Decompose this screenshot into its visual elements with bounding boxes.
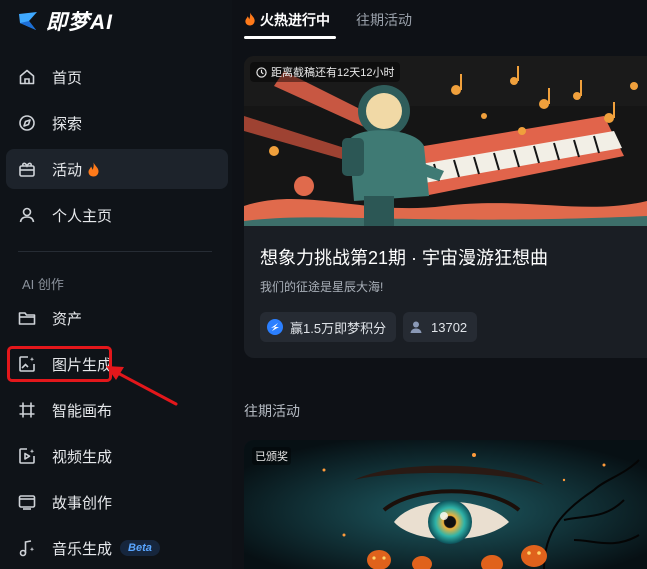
tab-ongoing[interactable]: 火热进行中 (244, 10, 330, 30)
event-title: 想象力挑战第21期 · 宇宙漫游狂想曲 (260, 248, 549, 268)
tab-past[interactable]: 往期活动 (356, 10, 412, 30)
sidebar-item-label: 视频生成 (52, 448, 113, 466)
sidebar-item-label: 探索 (52, 115, 83, 133)
fire-icon (244, 12, 256, 29)
clock-icon (256, 66, 267, 78)
beta-badge: Beta (120, 540, 160, 556)
countdown-badge: 距离截稿还有12天12小时 (250, 62, 401, 82)
sidebar-item-assets[interactable]: 资产 (6, 298, 228, 338)
sidebar-item-label: 首页 (52, 69, 83, 87)
participants-chip: 13702 (403, 312, 478, 342)
tab-label: 往期活动 (356, 12, 412, 28)
home-icon (18, 68, 36, 86)
canvas-icon (18, 401, 36, 419)
sidebar-item-music-generation[interactable]: 音乐生成 Beta (6, 528, 228, 568)
sidebar-item-label: 故事创作 (52, 494, 113, 512)
past-event-card[interactable]: 已颁奖 (244, 440, 647, 569)
reward-text: 赢1.5万即梦积分 (290, 320, 387, 336)
participants-icon (409, 320, 423, 334)
music-icon (18, 539, 36, 557)
sidebar-item-label: 资产 (52, 310, 83, 328)
points-icon (266, 318, 284, 336)
countdown-text: 距离截稿还有12天12小时 (271, 67, 395, 79)
app-name: 即梦AI (46, 11, 113, 34)
annotation-arrow-icon (106, 366, 178, 406)
sidebar-item-label: 个人主页 (52, 207, 113, 225)
video-icon (18, 447, 36, 465)
highlight-box (7, 346, 112, 382)
user-icon (18, 206, 36, 224)
participants-count: 13702 (431, 319, 468, 335)
sidebar-item-home[interactable]: 首页 (6, 57, 228, 97)
sidebar-item-label: 音乐生成 (52, 540, 113, 558)
compass-icon (18, 114, 36, 132)
sidebar-item-story-creation[interactable]: 故事创作 (6, 482, 228, 522)
sidebar: 即梦AI 首页 探索 活动 个人主页 AI 创作 资产 图片生成 智能画布 视频… (0, 0, 232, 569)
sidebar-item-explore[interactable]: 探索 (6, 103, 228, 143)
section-title-ai-create: AI 创作 (22, 277, 64, 292)
awarded-badge: 已颁奖 (252, 447, 291, 465)
featured-event-card[interactable]: 距离截稿还有12天12小时 想象力挑战第21期 · 宇宙漫游狂想曲 我们的征途是… (244, 56, 647, 358)
app-logo[interactable]: 即梦AI (16, 6, 113, 36)
reward-chip: 赢1.5万即梦积分 (260, 312, 397, 342)
sidebar-item-label: 活动 (52, 161, 83, 179)
folder-icon (18, 309, 36, 327)
sidebar-divider (18, 251, 212, 252)
sidebar-item-video-generation[interactable]: 视频生成 (6, 436, 228, 476)
story-icon (18, 493, 36, 511)
sidebar-item-events[interactable]: 活动 (6, 149, 228, 189)
gift-icon (18, 160, 36, 178)
active-tab-indicator (244, 36, 336, 39)
tab-bar: 火热进行中 往期活动 (244, 10, 412, 30)
fire-icon (87, 162, 100, 177)
sidebar-item-profile[interactable]: 个人主页 (6, 195, 228, 235)
event-subtitle: 我们的征途是星辰大海! (260, 280, 384, 294)
past-events-heading: 往期活动 (244, 403, 300, 419)
tab-label: 火热进行中 (260, 12, 330, 28)
past-event-cover-image (244, 440, 647, 569)
logo-icon (19, 12, 37, 30)
